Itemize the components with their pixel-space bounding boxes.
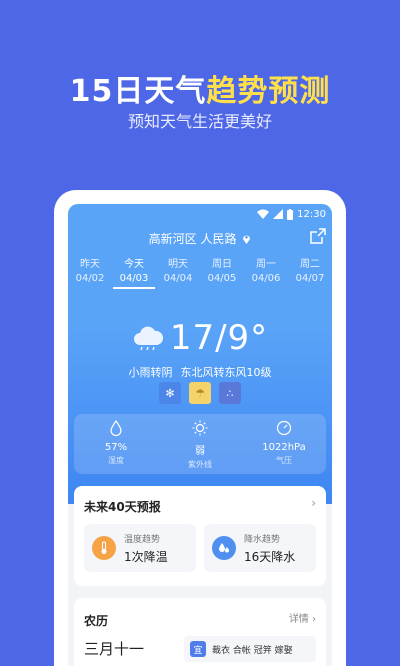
temperature: 17/9° (169, 318, 269, 358)
promo-title: 15日天气趋势预测 (0, 66, 400, 110)
share-icon[interactable] (310, 228, 326, 244)
promo-title-highlight: 趋势预测 (206, 74, 331, 109)
rain-trend-value: 16天降水 (244, 550, 296, 564)
day-tab[interactable]: 昨天 04/02 (69, 258, 111, 290)
temp-trend-label: 温度趋势 (124, 535, 161, 545)
current-weather: 17/9° (68, 316, 332, 360)
temperature-trend[interactable]: 温度趋势 1次降温 (84, 524, 196, 572)
gauge-icon (276, 420, 292, 436)
chevron-right-icon[interactable]: › (311, 496, 316, 510)
stat-label: 紫外线 (188, 460, 212, 469)
stat-pressure: 1022hPa 气压 (249, 420, 319, 466)
location-pin-icon (243, 235, 251, 244)
day-tab-label: 今天 (124, 259, 144, 270)
forecast-title: 未来40天预报 (84, 500, 161, 514)
weather-badges: ✻ ☂ ∴ (68, 382, 332, 404)
stat-humidity: 57% 湿度 (81, 420, 151, 466)
raindrops-icon (212, 536, 236, 560)
stat-value: 弱 (195, 446, 205, 457)
day-tab-today[interactable]: 今天 04/03 (113, 258, 155, 290)
app-screen: 12:30 高新河区 人民路 昨天 04/02 今天 04/03 明天 04/04 周… (68, 204, 332, 666)
condition-row: 小雨转阴 东北风转东风10级 (68, 364, 332, 380)
stat-label: 气压 (276, 456, 292, 465)
yi-items: 裁衣 合帐 冠笄 嫁娶 (212, 645, 293, 656)
signal-icon (273, 209, 284, 219)
day-tab-label: 周日 (212, 259, 232, 270)
day-tab-date: 04/06 (251, 273, 281, 284)
condition-text: 小雨转阴 (128, 366, 173, 379)
day-tab-date: 04/04 (163, 273, 193, 284)
lunar-details-link[interactable]: 详情 › (289, 610, 316, 625)
day-tab[interactable]: 周一 04/06 (245, 258, 287, 290)
forecast-40-days-card[interactable]: 未来40天预报 › 温度趋势 1次降温 降水趋势 16天降水 (74, 486, 326, 586)
promo-subtitle: 预知天气生活更美好 (127, 112, 272, 131)
lunar-yi-box: 宜 裁衣 合帐 冠笄 嫁娶 (184, 636, 316, 662)
day-tabs: 昨天 04/02 今天 04/03 明天 04/04 周日 04/05 周一 04/06 … (68, 258, 332, 290)
stat-value: 57% (104, 442, 128, 453)
day-tab-label: 周一 (256, 259, 276, 270)
drops-icon[interactable]: ∴ (219, 382, 241, 404)
umbrella-icon[interactable]: ☂ (189, 382, 211, 404)
day-tab-label: 明天 (168, 259, 188, 270)
day-tab-date: 04/03 (113, 272, 155, 289)
lunar-date: 三月十一 (84, 640, 145, 658)
chevron-right-icon: › (312, 614, 316, 625)
day-tab-date: 04/02 (75, 273, 105, 284)
cloud-rain-icon (133, 326, 163, 351)
droplet-icon (110, 420, 122, 436)
stats-card: 57% 湿度 弱 紫外线 1022hPa 气压 (74, 414, 326, 474)
lunar-details-label: 详情 (288, 614, 309, 625)
stat-value: 1022hPa (262, 442, 306, 453)
location-name: 高新河区 人民路 (148, 232, 237, 246)
day-tab[interactable]: 周二 04/07 (289, 258, 331, 290)
day-tab[interactable]: 周日 04/05 (201, 258, 243, 290)
promo-title-prefix: 15日天气 (69, 74, 207, 109)
day-tab-date: 04/07 (295, 273, 325, 284)
thermometer-icon (92, 536, 116, 560)
status-time: 12:30 (297, 208, 326, 220)
stat-uv: 弱 紫外线 (165, 420, 235, 470)
status-bar: 12:30 (257, 207, 326, 221)
stat-label: 湿度 (108, 456, 124, 465)
location-selector[interactable]: 高新河区 人民路 (68, 230, 332, 248)
sun-icon (192, 420, 208, 436)
lunar-title: 农历 (84, 614, 109, 628)
temp-trend-value: 1次降温 (124, 550, 168, 564)
lunar-calendar-card: 农历 详情 › 三月十一 宜 裁衣 合帐 冠笄 嫁娶 (74, 598, 326, 666)
day-tab-date: 04/05 (207, 273, 237, 284)
day-tab-label: 周二 (300, 259, 320, 270)
day-tab-label: 昨天 (80, 259, 100, 270)
phone-frame: 12:30 高新河区 人民路 昨天 04/02 今天 04/03 明天 04/04 周… (54, 190, 346, 666)
yi-badge: 宜 (190, 641, 206, 657)
battery-icon (287, 208, 294, 220)
snowflake-icon[interactable]: ✻ (159, 382, 181, 404)
wind-text: 东北风转东风10级 (180, 366, 272, 379)
day-tab[interactable]: 明天 04/04 (157, 258, 199, 290)
rain-trend-label: 降水趋势 (244, 535, 281, 545)
rain-trend[interactable]: 降水趋势 16天降水 (204, 524, 316, 572)
wifi-icon (257, 209, 270, 219)
